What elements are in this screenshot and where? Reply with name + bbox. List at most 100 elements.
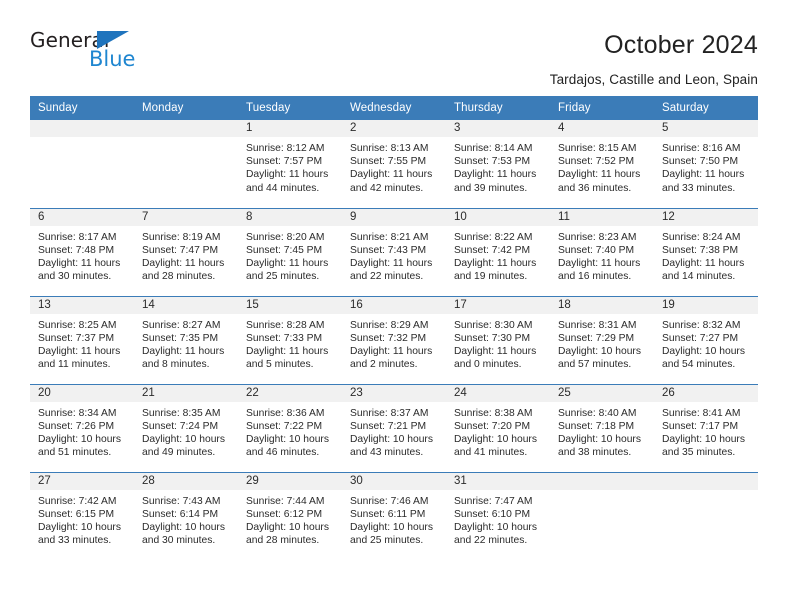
daylight-text-line1: Daylight: 11 hours — [38, 257, 121, 269]
calendar-day-cell[interactable]: 8 Sunrise: 8:20 AM Sunset: 7:45 PM Daylight… — [238, 207, 342, 296]
day-info: Sunrise: 8:12 AM Sunset: 7:57 PM Daylight:… — [238, 137, 342, 195]
sunset-text: Sunset: 7:24 PM — [142, 420, 219, 432]
daylight-text-line1: Daylight: 10 hours — [142, 521, 225, 533]
sunrise-text: Sunrise: 7:42 AM — [38, 495, 117, 507]
sunrise-text: Sunrise: 8:36 AM — [246, 407, 325, 419]
daylight-text-line2: and 28 minutes. — [142, 271, 216, 283]
calendar-day-cell[interactable]: 11 Sunrise: 8:23 AM Sunset: 7:40 PM Dayligh… — [550, 207, 654, 296]
daylight-text-line1: Daylight: 11 hours — [246, 345, 329, 357]
calendar-day-cell[interactable]: 19 Sunrise: 8:32 AM Sunset: 7:27 PM Dayligh… — [654, 295, 758, 384]
calendar-day-cell[interactable]: 17 Sunrise: 8:30 AM Sunset: 7:30 PM Dayligh… — [446, 295, 550, 384]
daylight-text-line2: and 38 minutes. — [558, 447, 632, 459]
day-number: 12 — [654, 208, 758, 226]
sunset-text: Sunset: 7:22 PM — [246, 420, 323, 432]
calendar-day-cell[interactable]: 31 Sunrise: 7:47 AM Sunset: 6:10 PM Dayligh… — [446, 471, 550, 560]
calendar-week-row: 1 Sunrise: 8:12 AM Sunset: 7:57 PM Daylight… — [30, 120, 758, 208]
day-number: 20 — [30, 384, 134, 402]
calendar-day-cell[interactable]: 26 Sunrise: 8:41 AM Sunset: 7:17 PM Dayligh… — [654, 383, 758, 472]
calendar-week-row: 13 Sunrise: 8:25 AM Sunset: 7:37 PM Dayligh… — [30, 295, 758, 384]
daylight-text-line2: and 42 minutes. — [350, 182, 424, 194]
sunset-text: Sunset: 7:26 PM — [38, 420, 115, 432]
day-number: 2 — [342, 120, 446, 137]
sunset-text: Sunset: 7:21 PM — [350, 420, 427, 432]
calendar-day-cell[interactable]: 5 Sunrise: 8:16 AM Sunset: 7:50 PM Daylight… — [654, 120, 758, 208]
day-number: 10 — [446, 208, 550, 226]
calendar-day-cell[interactable]: 29 Sunrise: 7:44 AM Sunset: 6:12 PM Dayligh… — [238, 471, 342, 560]
sunset-text: Sunset: 7:37 PM — [38, 332, 115, 344]
daylight-text-line1: Daylight: 10 hours — [350, 521, 433, 533]
sunset-text: Sunset: 7:32 PM — [350, 332, 427, 344]
calendar-day-cell[interactable]: 4 Sunrise: 8:15 AM Sunset: 7:52 PM Daylight… — [550, 120, 654, 208]
calendar-day-cell[interactable]: 30 Sunrise: 7:46 AM Sunset: 6:11 PM Dayligh… — [342, 471, 446, 560]
sunrise-text: Sunrise: 7:47 AM — [454, 495, 533, 507]
day-number: 28 — [134, 472, 238, 490]
daylight-text-line1: Daylight: 10 hours — [246, 433, 329, 445]
day-info: Sunrise: 8:27 AM Sunset: 7:35 PM Daylight:… — [134, 314, 238, 372]
day-number: 31 — [446, 472, 550, 490]
daylight-text-line1: Daylight: 11 hours — [246, 169, 329, 181]
daylight-text-line2: and 43 minutes. — [350, 447, 424, 459]
day-info: Sunrise: 8:41 AM Sunset: 7:17 PM Daylight:… — [654, 402, 758, 460]
day-info: Sunrise: 8:35 AM Sunset: 7:24 PM Daylight:… — [134, 402, 238, 460]
sunrise-text: Sunrise: 8:25 AM — [38, 319, 117, 331]
calendar-day-cell[interactable]: 28 Sunrise: 7:43 AM Sunset: 6:14 PM Dayligh… — [134, 471, 238, 560]
daylight-text-line1: Daylight: 10 hours — [38, 521, 121, 533]
calendar-day-cell[interactable]: 7 Sunrise: 8:19 AM Sunset: 7:47 PM Daylight… — [134, 207, 238, 296]
page-header: General Blue October 2024 Tardajos, Cast… — [0, 0, 792, 96]
daylight-text-line2: and 41 minutes. — [454, 447, 528, 459]
day-info: Sunrise: 8:31 AM Sunset: 7:29 PM Daylight:… — [550, 314, 654, 372]
sunset-text: Sunset: 7:18 PM — [558, 420, 635, 432]
daylight-text-line1: Daylight: 11 hours — [246, 257, 329, 269]
day-info: Sunrise: 8:30 AM Sunset: 7:30 PM Daylight:… — [446, 314, 550, 372]
weekday-header-tuesday: Tuesday — [238, 96, 342, 120]
day-info: Sunrise: 8:13 AM Sunset: 7:55 PM Daylight:… — [342, 137, 446, 195]
calendar-day-cell[interactable]: 23 Sunrise: 8:37 AM Sunset: 7:21 PM Dayligh… — [342, 383, 446, 472]
sunset-text: Sunset: 7:33 PM — [246, 332, 323, 344]
sunrise-text: Sunrise: 8:13 AM — [350, 143, 429, 154]
calendar-day-cell[interactable]: 21 Sunrise: 8:35 AM Sunset: 7:24 PM Dayligh… — [134, 383, 238, 472]
calendar-day-cell[interactable]: 24 Sunrise: 8:38 AM Sunset: 7:20 PM Dayligh… — [446, 383, 550, 472]
daylight-text-line2: and 0 minutes. — [454, 359, 522, 371]
daylight-text-line2: and 33 minutes. — [662, 182, 736, 194]
calendar-week-row: 20 Sunrise: 8:34 AM Sunset: 7:26 PM Dayligh… — [30, 383, 758, 472]
sunrise-text: Sunrise: 8:23 AM — [558, 231, 637, 243]
sunrise-text: Sunrise: 7:44 AM — [246, 495, 325, 507]
day-info: Sunrise: 7:42 AM Sunset: 6:15 PM Daylight:… — [30, 490, 134, 548]
sunrise-text: Sunrise: 8:20 AM — [246, 231, 325, 243]
calendar-day-cell[interactable]: 9 Sunrise: 8:21 AM Sunset: 7:43 PM Daylight… — [342, 207, 446, 296]
daylight-text-line2: and 11 minutes. — [38, 359, 111, 371]
calendar-day-cell[interactable]: 16 Sunrise: 8:29 AM Sunset: 7:32 PM Dayligh… — [342, 295, 446, 384]
calendar-day-cell[interactable]: 22 Sunrise: 8:36 AM Sunset: 7:22 PM Dayligh… — [238, 383, 342, 472]
daylight-text-line2: and 5 minutes. — [246, 359, 314, 371]
day-info: Sunrise: 7:43 AM Sunset: 6:14 PM Daylight:… — [134, 490, 238, 548]
day-number — [654, 472, 758, 490]
calendar-day-cell[interactable]: 25 Sunrise: 8:40 AM Sunset: 7:18 PM Dayligh… — [550, 383, 654, 472]
general-blue-logo[interactable]: General Blue — [30, 28, 150, 76]
calendar-day-cell[interactable]: 18 Sunrise: 8:31 AM Sunset: 7:29 PM Dayligh… — [550, 295, 654, 384]
calendar-page: General Blue October 2024 Tardajos, Cast… — [0, 0, 792, 612]
daylight-text-line1: Daylight: 10 hours — [662, 345, 745, 357]
day-number: 23 — [342, 384, 446, 402]
daylight-text-line1: Daylight: 10 hours — [350, 433, 433, 445]
sunrise-text: Sunrise: 8:12 AM — [246, 143, 325, 154]
calendar-day-cell[interactable]: 2 Sunrise: 8:13 AM Sunset: 7:55 PM Daylight… — [342, 120, 446, 208]
daylight-text-line2: and 46 minutes. — [246, 447, 320, 459]
sunset-text: Sunset: 7:42 PM — [454, 244, 531, 256]
day-number: 13 — [30, 296, 134, 314]
calendar-day-cell[interactable]: 27 Sunrise: 7:42 AM Sunset: 6:15 PM Dayligh… — [30, 471, 134, 560]
calendar-empty-cell — [134, 120, 238, 208]
calendar-day-cell[interactable]: 15 Sunrise: 8:28 AM Sunset: 7:33 PM Dayligh… — [238, 295, 342, 384]
calendar-day-cell[interactable]: 10 Sunrise: 8:22 AM Sunset: 7:42 PM Dayligh… — [446, 207, 550, 296]
calendar-day-cell[interactable]: 6 Sunrise: 8:17 AM Sunset: 7:48 PM Daylight… — [30, 207, 134, 296]
calendar-day-cell[interactable]: 12 Sunrise: 8:24 AM Sunset: 7:38 PM Dayligh… — [654, 207, 758, 296]
daylight-text-line1: Daylight: 11 hours — [662, 169, 745, 181]
day-info: Sunrise: 8:15 AM Sunset: 7:52 PM Daylight:… — [550, 137, 654, 195]
calendar-day-cell[interactable]: 13 Sunrise: 8:25 AM Sunset: 7:37 PM Dayligh… — [30, 295, 134, 384]
daylight-text-line2: and 35 minutes. — [662, 447, 736, 459]
day-info: Sunrise: 8:17 AM Sunset: 7:48 PM Daylight:… — [30, 226, 134, 284]
calendar-day-cell[interactable]: 1 Sunrise: 8:12 AM Sunset: 7:57 PM Daylight… — [238, 120, 342, 208]
calendar-day-cell[interactable]: 3 Sunrise: 8:14 AM Sunset: 7:53 PM Daylight… — [446, 120, 550, 208]
calendar-day-cell[interactable]: 20 Sunrise: 8:34 AM Sunset: 7:26 PM Dayligh… — [30, 383, 134, 472]
sunrise-text: Sunrise: 8:32 AM — [662, 319, 741, 331]
calendar-day-cell[interactable]: 14 Sunrise: 8:27 AM Sunset: 7:35 PM Dayligh… — [134, 295, 238, 384]
